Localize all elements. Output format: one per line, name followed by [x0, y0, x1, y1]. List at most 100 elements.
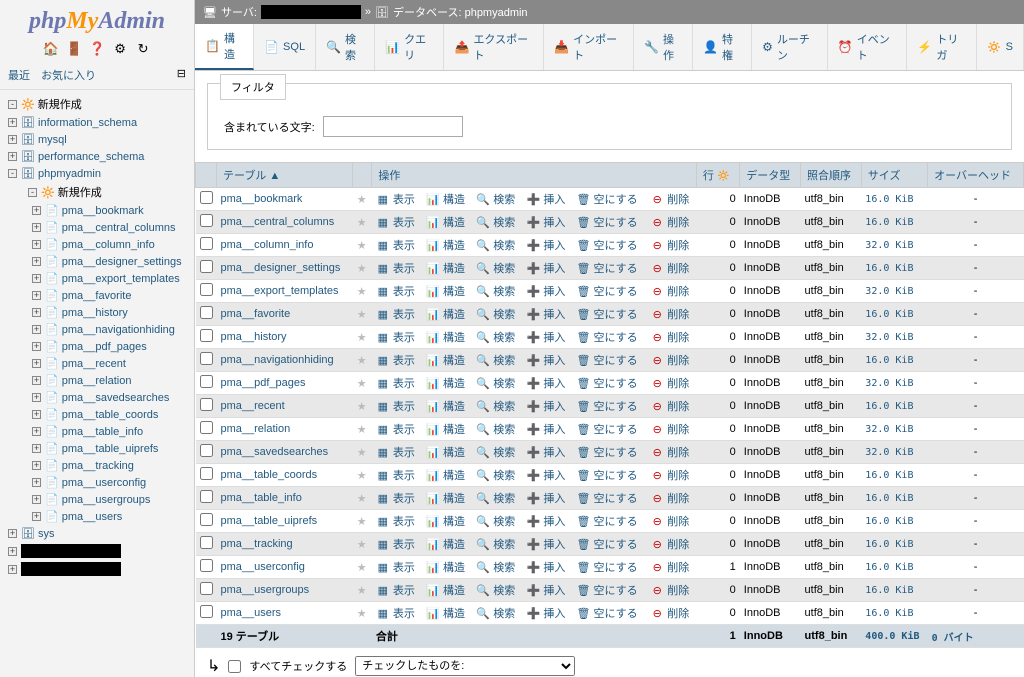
- insert-action[interactable]: ➕ 挿入: [526, 194, 565, 206]
- star-icon[interactable]: ★: [357, 194, 367, 206]
- structure-action[interactable]: 📊 構造: [426, 493, 465, 505]
- empty-action[interactable]: 🗑 空にする: [576, 447, 637, 459]
- search-action[interactable]: 🔍 検索: [476, 470, 515, 482]
- drop-action[interactable]: ⊖ 削除: [650, 608, 689, 620]
- col-table[interactable]: テーブル ▲: [217, 163, 353, 188]
- check-all[interactable]: [228, 660, 241, 673]
- drop-action[interactable]: ⊖ 削除: [650, 355, 689, 367]
- insert-action[interactable]: ➕ 挿入: [526, 562, 565, 574]
- drop-action[interactable]: ⊖ 削除: [650, 585, 689, 597]
- table-name-link[interactable]: pma__history: [221, 331, 287, 343]
- structure-action[interactable]: 📊 構造: [426, 309, 465, 321]
- empty-action[interactable]: 🗑 空にする: [576, 286, 637, 298]
- star-icon[interactable]: ★: [357, 240, 367, 252]
- empty-action[interactable]: 🗑 空にする: [576, 332, 637, 344]
- tree-table[interactable]: +📄 pma__recent: [0, 355, 194, 372]
- row-check[interactable]: [200, 352, 213, 365]
- star-icon[interactable]: ★: [357, 608, 367, 620]
- tree-table[interactable]: +📄 pma__bookmark: [0, 202, 194, 219]
- search-action[interactable]: 🔍 検索: [476, 240, 515, 252]
- insert-action[interactable]: ➕ 挿入: [526, 263, 565, 275]
- collapse-icon[interactable]: ⊟: [177, 67, 186, 83]
- star-icon[interactable]: ★: [357, 332, 367, 344]
- insert-action[interactable]: ➕ 挿入: [526, 516, 565, 528]
- star-icon[interactable]: ★: [357, 516, 367, 528]
- drop-action[interactable]: ⊖ 削除: [650, 332, 689, 344]
- browse-action[interactable]: ▦ 表示: [376, 585, 415, 597]
- drop-action[interactable]: ⊖ 削除: [650, 217, 689, 229]
- tab-SQL[interactable]: 📄SQL: [254, 24, 316, 70]
- empty-action[interactable]: 🗑 空にする: [576, 263, 637, 275]
- row-check[interactable]: [200, 444, 213, 457]
- tree-db[interactable]: -🗄 phpmyadmin: [0, 165, 194, 182]
- tab-構造[interactable]: 📋構造: [195, 24, 254, 70]
- structure-action[interactable]: 📊 構造: [426, 585, 465, 597]
- browse-action[interactable]: ▦ 表示: [376, 286, 415, 298]
- insert-action[interactable]: ➕ 挿入: [526, 378, 565, 390]
- insert-action[interactable]: ➕ 挿入: [526, 585, 565, 597]
- tab-ルーチン[interactable]: ⚙ルーチン: [752, 24, 828, 70]
- search-action[interactable]: 🔍 検索: [476, 424, 515, 436]
- browse-action[interactable]: ▦ 表示: [376, 516, 415, 528]
- insert-action[interactable]: ➕ 挿入: [526, 401, 565, 413]
- star-icon[interactable]: ★: [357, 263, 367, 275]
- structure-action[interactable]: 📊 構造: [426, 516, 465, 528]
- col-overhead[interactable]: オーバーヘッド: [928, 163, 1024, 188]
- empty-action[interactable]: 🗑 空にする: [576, 585, 637, 597]
- tree-new[interactable]: -🔆 新規作成: [0, 94, 194, 114]
- row-check[interactable]: [200, 513, 213, 526]
- tab-クエリ[interactable]: 📊クエリ: [375, 24, 444, 70]
- search-action[interactable]: 🔍 検索: [476, 585, 515, 597]
- browse-action[interactable]: ▦ 表示: [376, 332, 415, 344]
- structure-action[interactable]: 📊 構造: [426, 470, 465, 482]
- drop-action[interactable]: ⊖ 削除: [650, 493, 689, 505]
- tree-new-table[interactable]: -🔆 新規作成: [0, 182, 194, 202]
- row-check[interactable]: [200, 329, 213, 342]
- tree-table[interactable]: +📄 pma__table_info: [0, 423, 194, 440]
- check-all-label[interactable]: すべてチェックする: [249, 658, 347, 674]
- favorite-link[interactable]: お気に入り: [41, 70, 96, 82]
- tab-検索[interactable]: 🔍検索: [316, 24, 375, 70]
- structure-action[interactable]: 📊 構造: [426, 562, 465, 574]
- empty-action[interactable]: 🗑 空にする: [576, 539, 637, 551]
- drop-action[interactable]: ⊖ 削除: [650, 194, 689, 206]
- browse-action[interactable]: ▦ 表示: [376, 401, 415, 413]
- star-icon[interactable]: ★: [357, 539, 367, 551]
- table-name-link[interactable]: pma__pdf_pages: [221, 377, 306, 389]
- search-action[interactable]: 🔍 検索: [476, 355, 515, 367]
- drop-action[interactable]: ⊖ 削除: [650, 447, 689, 459]
- docs-icon[interactable]: ❓: [89, 41, 105, 57]
- row-check[interactable]: [200, 214, 213, 227]
- tree-table[interactable]: +📄 pma__designer_settings: [0, 253, 194, 270]
- insert-action[interactable]: ➕ 挿入: [526, 447, 565, 459]
- empty-action[interactable]: 🗑 空にする: [576, 608, 637, 620]
- tree-db[interactable]: +🗄 sys: [0, 525, 194, 542]
- star-icon[interactable]: ★: [357, 401, 367, 413]
- structure-action[interactable]: 📊 構造: [426, 332, 465, 344]
- empty-action[interactable]: 🗑 空にする: [576, 516, 637, 528]
- search-action[interactable]: 🔍 検索: [476, 263, 515, 275]
- row-check[interactable]: [200, 306, 213, 319]
- col-collation[interactable]: 照合順序: [801, 163, 862, 188]
- empty-action[interactable]: 🗑 空にする: [576, 378, 637, 390]
- empty-action[interactable]: 🗑 空にする: [576, 401, 637, 413]
- structure-action[interactable]: 📊 構造: [426, 240, 465, 252]
- tree-table[interactable]: +📄 pma__table_uiprefs: [0, 440, 194, 457]
- table-name-link[interactable]: pma__column_info: [221, 239, 314, 251]
- empty-action[interactable]: 🗑 空にする: [576, 240, 637, 252]
- tab-特権[interactable]: 👤特権: [693, 24, 752, 70]
- col-size[interactable]: サイズ: [861, 163, 927, 188]
- table-name-link[interactable]: pma__table_info: [221, 492, 302, 504]
- insert-action[interactable]: ➕ 挿入: [526, 424, 565, 436]
- search-action[interactable]: 🔍 検索: [476, 332, 515, 344]
- tree-table[interactable]: +📄 pma__column_info: [0, 236, 194, 253]
- tree-item[interactable]: +: [0, 560, 194, 578]
- recent-link[interactable]: 最近: [8, 70, 30, 82]
- tree-table[interactable]: +📄 pma__favorite: [0, 287, 194, 304]
- row-check[interactable]: [200, 260, 213, 273]
- row-check[interactable]: [200, 582, 213, 595]
- star-icon[interactable]: ★: [357, 447, 367, 459]
- insert-action[interactable]: ➕ 挿入: [526, 470, 565, 482]
- insert-action[interactable]: ➕ 挿入: [526, 286, 565, 298]
- row-check[interactable]: [200, 237, 213, 250]
